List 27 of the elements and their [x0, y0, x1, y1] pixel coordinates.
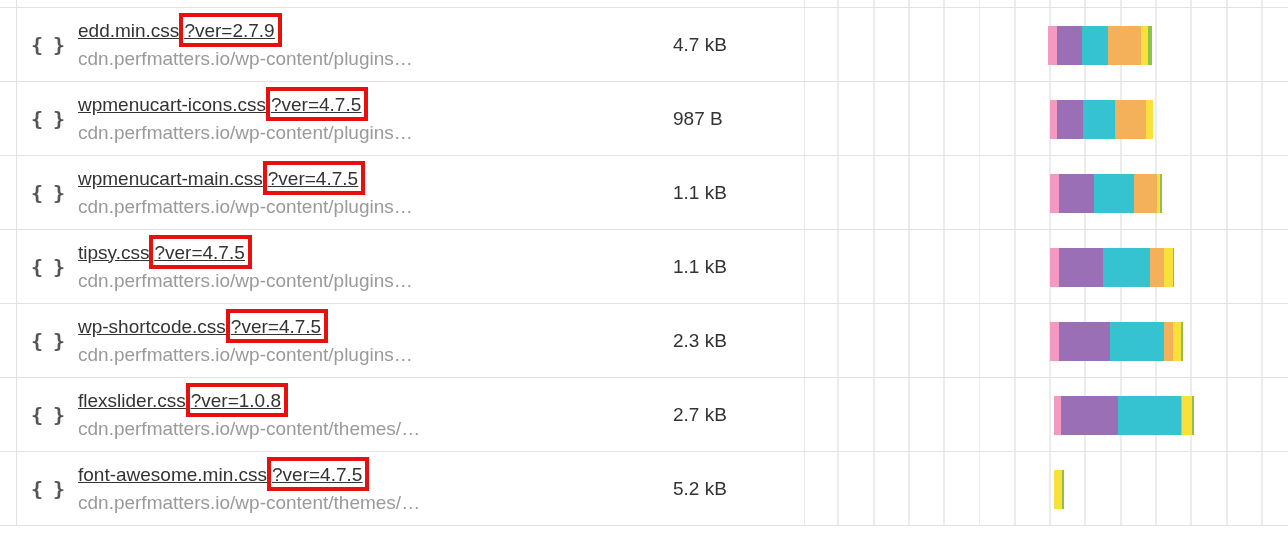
file-size: 1.1 kB [673, 181, 727, 204]
file-size: 5.2 kB [673, 477, 727, 500]
file-link[interactable]: wpmenucart-icons.css ?ver=4.7.5 [78, 87, 369, 121]
file-path: cdn.perfmatters.io/wp-content/themes/… [78, 417, 422, 440]
file-size: 987 B [673, 107, 723, 130]
file-size: 2.7 kB [673, 403, 727, 426]
file-link[interactable]: wp-shortcode.css ?ver=4.7.5 [78, 309, 329, 343]
file-link[interactable]: flexslider.css ?ver=1.0.8 [78, 383, 289, 417]
file-path: cdn.perfmatters.io/wp-content/themes/… [78, 491, 422, 514]
css-file-icon: { } [30, 476, 65, 501]
css-file-icon: { } [30, 180, 65, 205]
css-file-icon: { } [30, 402, 65, 427]
css-file-icon: { } [30, 328, 65, 353]
file-path: cdn.perfmatters.io/wp-content/plugins… [78, 121, 414, 144]
file-size: 1.1 kB [673, 255, 727, 278]
file-path: cdn.perfmatters.io/wp-content/plugins… [78, 47, 414, 70]
css-file-icon: { } [30, 32, 65, 57]
file-link[interactable]: wpmenucart-main.css ?ver=4.7.5 [78, 161, 366, 195]
css-file-icon: { } [30, 254, 65, 279]
css-file-icon: { } [30, 106, 65, 131]
waterfall-bar [1054, 470, 1064, 509]
file-path: cdn.perfmatters.io/wp-content/plugins… [78, 269, 414, 292]
file-path: cdn.perfmatters.io/wp-content/plugins… [78, 343, 414, 366]
file-link[interactable]: font-awesome.min.css ?ver=4.7.5 [78, 457, 370, 491]
file-size: 4.7 kB [673, 33, 727, 56]
file-path: cdn.perfmatters.io/wp-content/plugins… [78, 195, 414, 218]
file-size: 2.3 kB [673, 329, 727, 352]
